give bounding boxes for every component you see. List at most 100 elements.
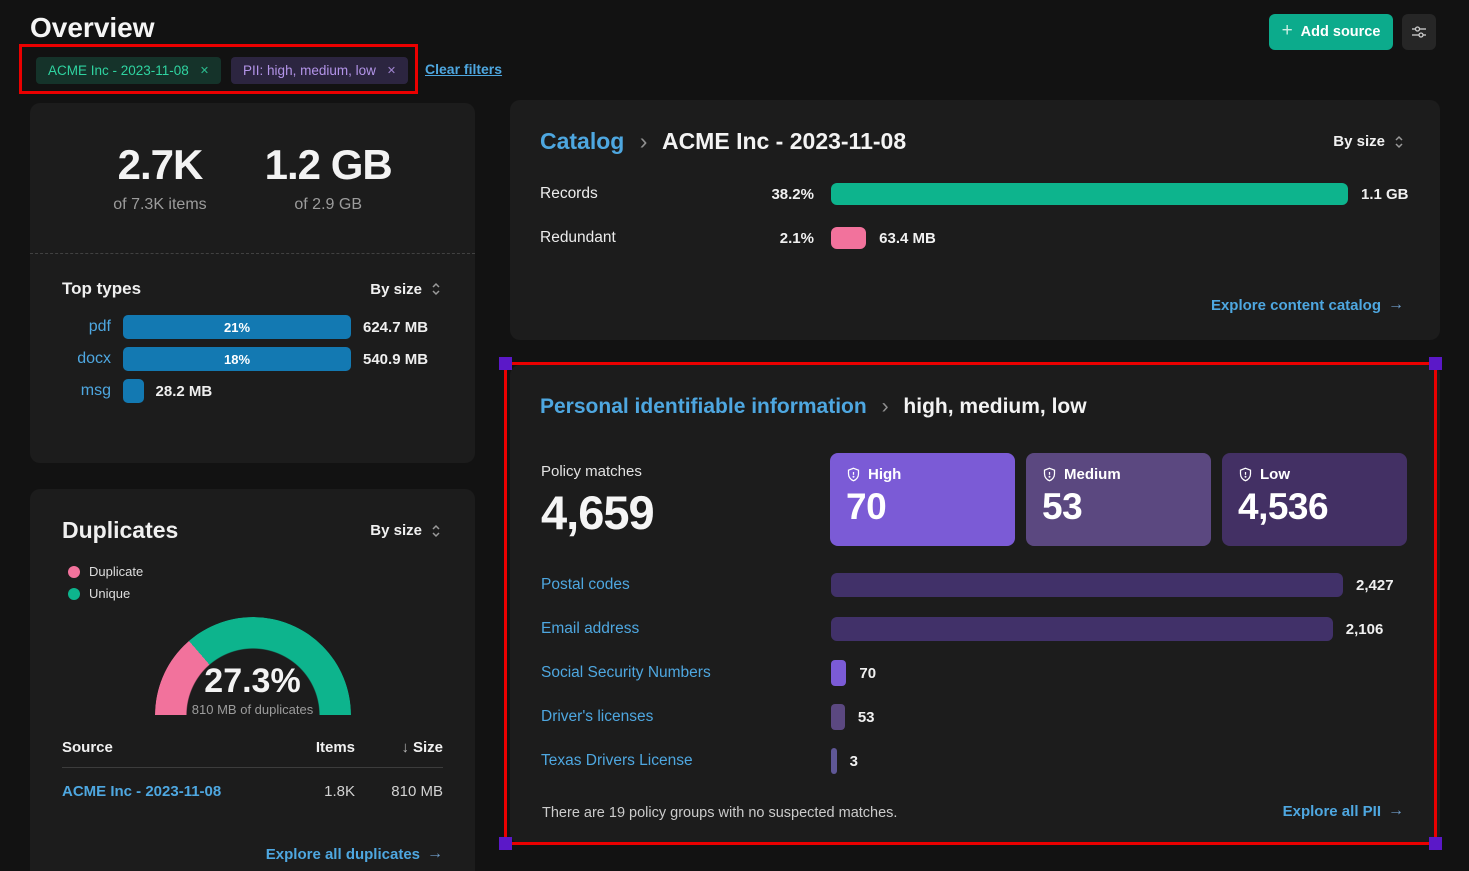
top-types-sort-by-size[interactable]: By size [370, 281, 441, 298]
size-value: 1.2 GB [265, 141, 392, 189]
filter-chips: ACME Inc - 2023-11-08 ✕ PII: high, mediu… [36, 57, 408, 84]
texas-drivers-license-link[interactable]: Texas Drivers License [541, 752, 831, 770]
postal-codes-value: 2,427 [1356, 577, 1394, 594]
texas-drivers-license-value: 3 [850, 753, 858, 770]
filter-chip-source[interactable]: ACME Inc - 2023-11-08 ✕ [36, 57, 221, 84]
size-cell: 810 MB [355, 783, 443, 800]
arrow-right-icon: → [1388, 802, 1404, 820]
items-value: 2.7K [113, 141, 206, 189]
items-sub: of 7.3K items [113, 196, 206, 214]
email-address-value: 2,106 [1346, 621, 1384, 638]
email-address-bar [831, 617, 1333, 641]
policy-matches-label: Policy matches [541, 463, 654, 480]
severity-card-medium[interactable]: Medium 53 [1026, 453, 1211, 546]
severity-cards: High 70 Medium 53 Low 4,536 [830, 453, 1407, 546]
drivers-licenses-link[interactable]: Driver's licenses [541, 708, 831, 726]
severity-card-high[interactable]: High 70 [830, 453, 1015, 546]
size-stat: 1.2 GB of 2.9 GB [265, 141, 392, 214]
pii-row-postal-codes: Postal codes 2,427 [541, 572, 1394, 598]
redundant-row: Redundant 2.1% 63.4 MB [540, 227, 1440, 249]
breadcrumb-separator: › [640, 128, 648, 154]
pii-footnote: There are 19 policy groups with no suspe… [542, 805, 897, 821]
explore-content-catalog-link[interactable]: Explore content catalog → [1211, 296, 1404, 314]
top-type-row: msg 28.2 MB [30, 379, 475, 403]
catalog-breadcrumb: Catalog › ACME Inc - 2023-11-08 [540, 128, 906, 155]
gauge-legend: Duplicate Unique [30, 562, 475, 601]
add-source-label: Add source [1301, 24, 1381, 40]
filter-chip-pii[interactable]: PII: high, medium, low ✕ [231, 57, 408, 84]
chip-close-icon[interactable]: ✕ [387, 64, 396, 77]
explore-label: Explore all PII [1283, 803, 1381, 820]
duplicates-sort-by-size[interactable]: By size [370, 522, 441, 539]
policy-matches: Policy matches 4,659 [541, 463, 654, 540]
redundant-value: 63.4 MB [879, 230, 936, 247]
email-address-link[interactable]: Email address [541, 620, 831, 638]
plus-icon: + [1282, 20, 1293, 42]
records-value: 1.1 GB [1361, 186, 1409, 203]
source-link[interactable]: ACME Inc - 2023-11-08 [62, 783, 280, 800]
ssn-link[interactable]: Social Security Numbers [541, 664, 831, 682]
breadcrumb-separator: › [882, 395, 889, 418]
pdf-bar: 21% [123, 315, 351, 339]
texas-drivers-license-bar [831, 748, 837, 774]
msg-bar [123, 379, 144, 403]
pii-bar-chart: Postal codes 2,427 Email address 2,106 S… [541, 572, 1394, 792]
catalog-sort-by-size[interactable]: By size [1333, 133, 1404, 150]
size-header-label: Size [413, 739, 443, 756]
duplicate-legend-dot [68, 566, 80, 578]
severity-card-low[interactable]: Low 4,536 [1222, 453, 1407, 546]
clear-filters-link[interactable]: Clear filters [425, 61, 502, 77]
redundant-label: Redundant [540, 229, 758, 247]
type-pdf-link[interactable]: pdf [30, 318, 123, 336]
catalog-link[interactable]: Catalog [540, 128, 624, 154]
drivers-licenses-value: 53 [858, 709, 875, 726]
severity-value: 70 [846, 486, 999, 528]
redundant-bar [831, 227, 866, 249]
shield-icon [1042, 467, 1057, 482]
severity-label: Low [1260, 466, 1290, 483]
severity-label: Medium [1064, 466, 1121, 483]
sort-icon [431, 524, 441, 538]
docx-bar: 18% [123, 347, 351, 371]
col-size-header[interactable]: ↓Size [355, 739, 443, 756]
catalog-current: ACME Inc - 2023-11-08 [662, 128, 906, 154]
redundant-pct: 2.1% [758, 230, 814, 247]
postal-codes-link[interactable]: Postal codes [541, 576, 831, 594]
records-pct: 38.2% [758, 186, 814, 203]
col-items-header[interactable]: Items [280, 739, 355, 756]
type-docx-link[interactable]: docx [30, 350, 123, 368]
chip-close-icon[interactable]: ✕ [200, 64, 209, 77]
severity-value: 4,536 [1238, 486, 1391, 528]
pdf-size: 624.7 MB [363, 319, 428, 336]
overview-page: Overview ACME Inc - 2023-11-08 ✕ PII: hi… [0, 0, 1469, 871]
top-type-row: pdf 21% 624.7 MB [30, 315, 475, 339]
explore-all-pii-link[interactable]: Explore all PII → [1283, 802, 1404, 820]
gauge-percentage: 27.3% [155, 662, 351, 701]
add-source-button[interactable]: + Add source [1269, 14, 1393, 50]
sort-desc-icon: ↓ [401, 739, 409, 756]
sort-label: By size [370, 281, 422, 298]
arrow-right-icon: → [1388, 296, 1404, 314]
items-cell: 1.8K [280, 783, 355, 800]
duplicates-title: Duplicates [62, 517, 178, 544]
pii-row-ssn: Social Security Numbers 70 [541, 660, 1394, 686]
type-msg-link[interactable]: msg [30, 382, 123, 400]
col-source-header[interactable]: Source [62, 739, 280, 756]
drivers-licenses-bar [831, 704, 845, 730]
items-stat: 2.7K of 7.3K items [113, 141, 206, 214]
explore-all-duplicates-link[interactable]: Explore all duplicates → [266, 845, 443, 863]
sliders-icon [1411, 24, 1427, 40]
sort-icon [431, 282, 441, 296]
unique-legend-dot [68, 588, 80, 600]
pii-row-email-address: Email address 2,106 [541, 616, 1394, 642]
postal-codes-bar [831, 573, 1343, 597]
pdf-bar-pct: 21% [224, 320, 250, 335]
annotation-handle [499, 837, 512, 850]
duplicates-card: Duplicates By size Duplicate Unique 27.3… [30, 489, 475, 871]
pii-link[interactable]: Personal identifiable information [540, 395, 867, 418]
filter-settings-button[interactable] [1402, 14, 1436, 50]
pii-current: high, medium, low [903, 395, 1086, 418]
pii-card: Personal identifiable information › high… [510, 365, 1440, 843]
ssn-bar [831, 660, 846, 686]
usage-card: 2.7K of 7.3K items 1.2 GB of 2.9 GB Top … [30, 103, 475, 463]
